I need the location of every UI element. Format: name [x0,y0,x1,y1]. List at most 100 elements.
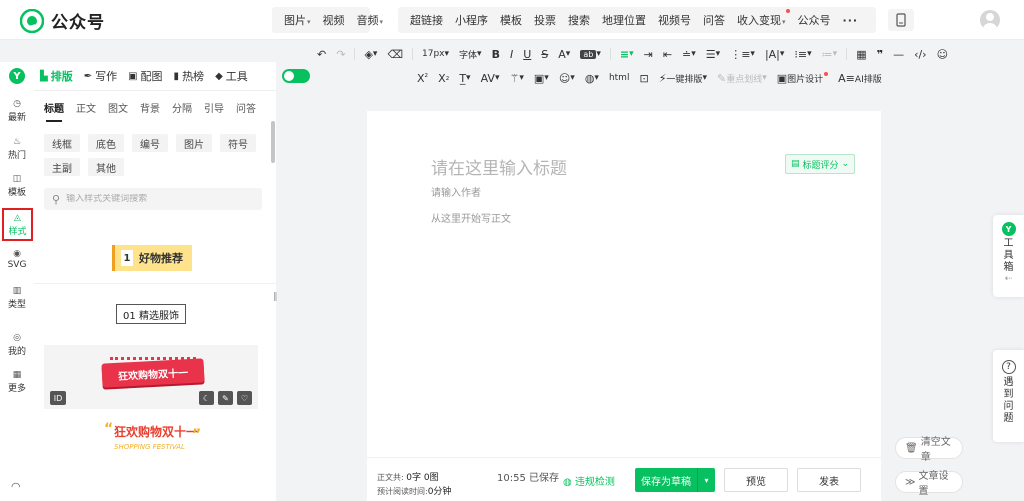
night-mode-icon[interactable]: ☾ [199,391,214,405]
superscript-icon[interactable]: X² [417,72,428,85]
rail-item-more[interactable]: ▦ 更多 [0,369,34,394]
body-input[interactable]: 从这里开始写正文 [431,210,511,225]
insert-search[interactable]: 搜索 [562,12,596,28]
style-template-1[interactable]: 1 好物推荐 [44,239,258,283]
highlight-icon[interactable]: ab ▾ [580,49,601,59]
tab-tools[interactable]: ◆ 工具 [215,68,248,84]
tab-image[interactable]: ▣ 配图 [128,68,162,84]
style-search-input[interactable] [66,194,237,204]
insert-image[interactable]: 图片▾ [278,12,317,28]
image-design-button[interactable]: ▣ 图片设计 [777,71,829,85]
insert-video[interactable]: 视频 [317,12,351,28]
insert-template[interactable]: 模板 [494,12,528,28]
chip-image[interactable]: 图片 [176,134,212,152]
subtab-divider[interactable]: 分隔 [172,100,192,122]
ai-layout-button[interactable]: A≡ AI排版 [838,72,882,85]
eraser-icon[interactable]: ⌫ [387,48,403,61]
subtab-guide[interactable]: 引导 [204,100,224,122]
char-spacing-icon[interactable]: AV ▾ [481,72,500,85]
subtab-body[interactable]: 正文 [76,100,96,122]
format-painter-icon[interactable]: ◈ ▾ [364,48,377,61]
chip-main-sub[interactable]: 主副 [44,158,80,176]
article-settings-button[interactable]: ≫ 文章设置 [895,471,963,497]
emoji-insert-icon[interactable]: ☺ ▾ [559,72,575,85]
title-input[interactable]: 请在这里输入标题 [431,154,567,179]
subtab-background[interactable]: 背景 [140,100,160,122]
plugin-toggle[interactable] [282,69,310,83]
svg-insert-icon[interactable]: ◍ ▾ [585,72,599,85]
author-input[interactable]: 请输入作者 [431,184,481,199]
chip-background[interactable]: 底色 [88,134,124,152]
insert-qa[interactable]: 问答 [697,12,731,28]
rail-item-style[interactable]: ◬ 样式 [2,208,33,241]
italic-icon[interactable]: I [510,48,513,61]
table-icon[interactable]: ▦ [856,48,866,61]
image-insert-icon[interactable]: ▣ ▾ [534,72,549,85]
style-template-4[interactable]: “ 狂欢购物双十一 ” SHOPPING FESTIVAL [44,421,258,471]
insert-channels[interactable]: 视频号 [652,12,697,28]
paragraph-spacing-icon[interactable]: ☰ ▾ [706,48,720,61]
strikethrough-icon[interactable]: S [541,48,548,61]
subscript-icon[interactable]: X₂ [438,72,449,85]
subtab-imagetext[interactable]: 图文 [108,100,128,122]
insert-audio[interactable]: 音频▾ [351,12,390,28]
emoji-icon[interactable]: ☺ [937,48,948,61]
underline-icon[interactable]: U [523,48,531,61]
font-color-icon[interactable]: A ▾ [558,48,570,61]
headset-icon[interactable]: ◠ [11,480,21,493]
undo-icon[interactable]: ↶ [317,48,326,61]
chip-wireframe[interactable]: 线框 [44,134,80,152]
outdent-icon[interactable]: ⇤ [663,48,672,61]
rail-item-svg[interactable]: ◉ SVG [0,248,34,270]
rail-item-mine[interactable]: ◎ 我的 [0,332,34,357]
help-button[interactable]: ? 遇 到 问 题 [993,350,1024,442]
align-left-icon[interactable]: ≡ ▾ [620,48,634,61]
insert-vote[interactable]: 投票 [528,12,562,28]
avatar[interactable] [980,10,1000,30]
panel-collapse-handle[interactable]: ‖ [273,292,278,302]
panel-scrollbar[interactable] [271,121,275,163]
chevron-down-icon[interactable]: ▾ [697,468,715,492]
quote-icon[interactable]: ❞ [877,48,883,61]
compliance-check-button[interactable]: ◍ 违规检测 [563,473,615,488]
toolbox-panel-toggle[interactable]: Y 工 具 箱 ⇠ [993,215,1024,297]
one-click-layout-button[interactable]: ⚡ 一键排版 ▾ [659,72,707,85]
insert-location[interactable]: 地理位置 [596,12,652,28]
font-family-select[interactable]: 字体 ▾ [459,48,482,61]
subtab-title[interactable]: 标题 [44,100,64,122]
list-icon[interactable]: ⁝≡ ▾ [794,48,811,61]
text-border-icon[interactable]: T̲ ▾ [459,72,470,85]
style-template-2[interactable]: 01 精选服饰 [44,301,258,331]
insert-link[interactable]: 超链接 [404,12,449,28]
title-score-button[interactable]: ▤ 标题评分 ⌄ [785,154,856,174]
indent-icon[interactable]: ⇥ [644,48,653,61]
key-underline-button[interactable]: ✎ 重点划线 ▾ [717,72,767,85]
more-insert-button[interactable]: ··· [837,14,865,27]
line-height-icon[interactable]: ≐ ▾ [682,48,696,61]
logo[interactable]: 公众号 [20,8,105,33]
letter-spacing-icon[interactable]: |A| ▾ [765,48,784,61]
chip-number[interactable]: 编号 [132,134,168,152]
indent-more-icon[interactable]: ⋮≡ ▾ [730,48,755,61]
publish-button[interactable]: 发表 [797,468,861,492]
rail-item-hot[interactable]: ♨ 热门 [0,136,34,161]
rail-item-template[interactable]: ◫ 模板 [0,173,34,198]
briefcase-icon[interactable]: ⊡ [639,72,648,85]
save-draft-button[interactable]: 保存为草稿 ▾ [635,468,715,492]
chip-symbol[interactable]: 符号 [220,134,256,152]
tab-layout[interactable]: ▙ 排版 [40,68,73,84]
magic-wand-icon[interactable]: ⚚ ▾ [509,72,523,85]
editor-canvas[interactable]: 请在这里输入标题 ▤ 标题评分 ⌄ 请输入作者 从这里开始写正文 [367,111,881,501]
subtab-qa[interactable]: 问答 [236,100,256,122]
font-size-select[interactable]: 17px ▾ [422,49,449,59]
tab-write[interactable]: ✒ 写作 [84,68,117,84]
rail-item-type[interactable]: ▥ 类型 [0,285,34,310]
divider-icon[interactable]: — [893,48,904,61]
redo-icon[interactable]: ↷ [336,48,345,61]
style-template-3[interactable]: 狂欢购物双十一 ID ☾ ✎ ♡ [44,345,258,409]
html-icon[interactable]: html [609,73,630,83]
preview-button[interactable]: 预览 [724,468,788,492]
ordered-list-icon[interactable]: ≔ ▾ [822,48,838,61]
phone-preview-icon[interactable] [888,9,914,31]
insert-account[interactable]: 公众号 [792,12,837,28]
